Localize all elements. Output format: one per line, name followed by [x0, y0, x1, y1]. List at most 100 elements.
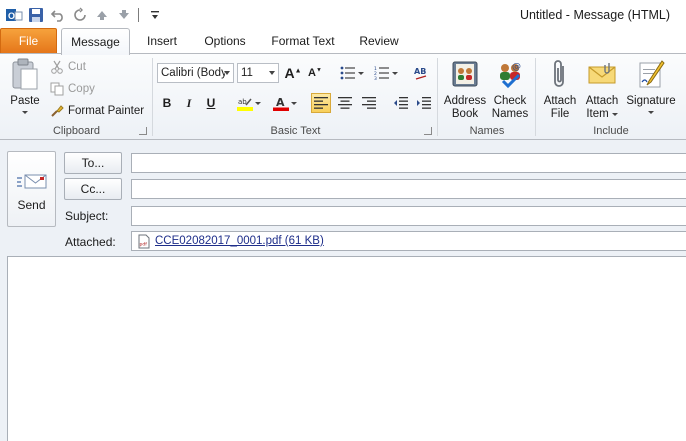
attach-item-label-1: Attach — [585, 95, 619, 107]
send-envelope-icon — [16, 174, 46, 189]
italic-button[interactable]: I — [179, 93, 199, 113]
signature-label: Signature — [626, 95, 676, 107]
grow-font-button[interactable]: A▲ — [283, 63, 303, 83]
svg-text:A: A — [276, 96, 285, 109]
bold-button[interactable]: B — [157, 93, 177, 113]
tab-review[interactable]: Review — [350, 28, 408, 54]
highlight-dropdown-arrow[interactable] — [255, 101, 261, 105]
clear-formatting-button[interactable]: AB — [411, 63, 431, 83]
address-book-icon — [448, 57, 482, 91]
increase-indent-button[interactable] — [414, 93, 434, 113]
bullets-dropdown-arrow[interactable] — [358, 71, 364, 75]
clipboard-group-label: Clipboard — [52, 125, 101, 137]
font-name-dropdown-arrow[interactable] — [224, 71, 230, 75]
attachment-link[interactable]: CCE02082017_0001.pdf (61 KB) — [155, 235, 324, 247]
underline-button[interactable]: U — [201, 93, 221, 113]
text-highlight-button[interactable]: ab — [233, 93, 265, 113]
names-group-label: Names — [469, 125, 505, 137]
cc-field[interactable] — [131, 179, 686, 199]
svg-text:3: 3 — [374, 76, 377, 80]
tab-insert[interactable]: Insert — [135, 28, 189, 54]
svg-text:O: O — [8, 11, 15, 21]
font-color-dropdown-arrow[interactable] — [291, 101, 297, 105]
signature-button[interactable]: Signature — [624, 57, 678, 114]
to-button[interactable]: To... — [64, 152, 122, 174]
align-left-icon — [314, 97, 328, 109]
copy-button[interactable]: Copy — [50, 79, 95, 99]
customize-qat-icon[interactable] — [145, 5, 165, 25]
align-left-button[interactable] — [311, 93, 331, 113]
outlook-app-icon[interactable]: O — [4, 5, 24, 25]
basic-text-dialog-launcher[interactable] — [424, 127, 432, 135]
window-title: Untitled - Message (HTML) — [519, 8, 670, 22]
shrink-font-button[interactable]: A▼ — [305, 63, 325, 83]
tab-format-text[interactable]: Format Text — [262, 28, 344, 54]
paste-dropdown-arrow[interactable] — [22, 111, 28, 114]
check-names-button[interactable]: @ Check Names — [488, 57, 532, 121]
cc-button[interactable]: Cc... — [64, 178, 122, 200]
address-book-label-2: Book — [451, 108, 479, 120]
tab-options[interactable]: Options — [194, 28, 256, 54]
check-names-label-1: Check — [493, 95, 527, 107]
attach-item-button[interactable]: Attach Item — [582, 57, 622, 121]
font-size-dropdown-arrow[interactable] — [269, 71, 275, 75]
attach-item-label-2: Item — [586, 108, 609, 120]
pdf-file-icon: pdf — [138, 234, 150, 248]
attach-item-dropdown-arrow[interactable] — [611, 113, 618, 116]
qat-separator — [138, 8, 139, 22]
quick-access-toolbar: O — [4, 5, 165, 25]
copy-icon — [50, 82, 64, 96]
paste-label: Paste — [10, 95, 40, 107]
ribbon: Paste Cut Copy Format Painter Clipboard … — [0, 53, 686, 140]
decrease-indent-icon — [394, 97, 408, 109]
basic-text-group: Calibri (Body) 11 A▲ A▼ 123 AB B I U ab … — [153, 54, 438, 140]
format-painter-label: Format Painter — [68, 105, 145, 117]
next-item-icon[interactable] — [114, 5, 134, 25]
envelope-icon — [585, 57, 619, 91]
paintbrush-icon — [51, 105, 64, 117]
clear-formatting-icon: AB — [414, 67, 426, 80]
attach-file-button[interactable]: Attach File — [540, 57, 580, 121]
font-name-combo[interactable]: Calibri (Body) — [157, 63, 234, 83]
include-group-label: Include — [593, 125, 629, 137]
subject-field[interactable] — [131, 206, 686, 226]
tab-file[interactable]: File — [0, 28, 57, 53]
cut-button[interactable]: Cut — [50, 57, 86, 77]
save-icon[interactable] — [26, 5, 46, 25]
font-size-combo[interactable]: 11 — [237, 63, 279, 83]
align-right-button[interactable] — [359, 93, 379, 113]
numbering-dropdown-arrow[interactable] — [392, 71, 398, 75]
ribbon-tab-bar: File Message Insert Options Format Text … — [0, 28, 686, 55]
numbering-icon: 123 — [374, 66, 389, 80]
copy-label: Copy — [68, 83, 95, 95]
cut-label: Cut — [68, 61, 86, 73]
paste-button[interactable]: Paste — [5, 57, 45, 114]
compose-area: Send To... Cc... Subject: Attached: pdf … — [0, 140, 686, 441]
message-body[interactable] — [7, 256, 686, 441]
previous-item-icon[interactable] — [92, 5, 112, 25]
attach-file-label-1: Attach — [543, 95, 577, 107]
attached-label: Attached: — [65, 235, 116, 249]
address-book-button[interactable]: Address Book — [442, 57, 488, 121]
bullets-button[interactable] — [337, 63, 367, 83]
check-names-label-2: Names — [491, 108, 529, 120]
font-size-value: 11 — [241, 67, 253, 79]
signature-dropdown-arrow[interactable] — [648, 111, 654, 114]
redo-icon[interactable] — [70, 5, 90, 25]
bullets-icon — [340, 66, 355, 80]
undo-icon[interactable] — [48, 5, 68, 25]
align-center-button[interactable] — [335, 93, 355, 113]
check-names-icon: @ — [493, 57, 527, 91]
numbering-button[interactable]: 123 — [371, 63, 401, 83]
send-button[interactable]: Send — [7, 151, 56, 227]
to-field[interactable] — [131, 153, 686, 173]
format-painter-button[interactable]: Format Painter — [50, 101, 144, 121]
font-color-button[interactable]: A — [269, 93, 301, 113]
font-name-value: Calibri (Body) — [161, 67, 225, 79]
clipboard-dialog-launcher[interactable] — [139, 127, 147, 135]
paperclip-icon — [543, 57, 577, 91]
increase-indent-icon — [417, 97, 431, 109]
decrease-indent-button[interactable] — [391, 93, 411, 113]
tab-message[interactable]: Message — [61, 28, 130, 55]
subject-label: Subject: — [65, 209, 109, 223]
